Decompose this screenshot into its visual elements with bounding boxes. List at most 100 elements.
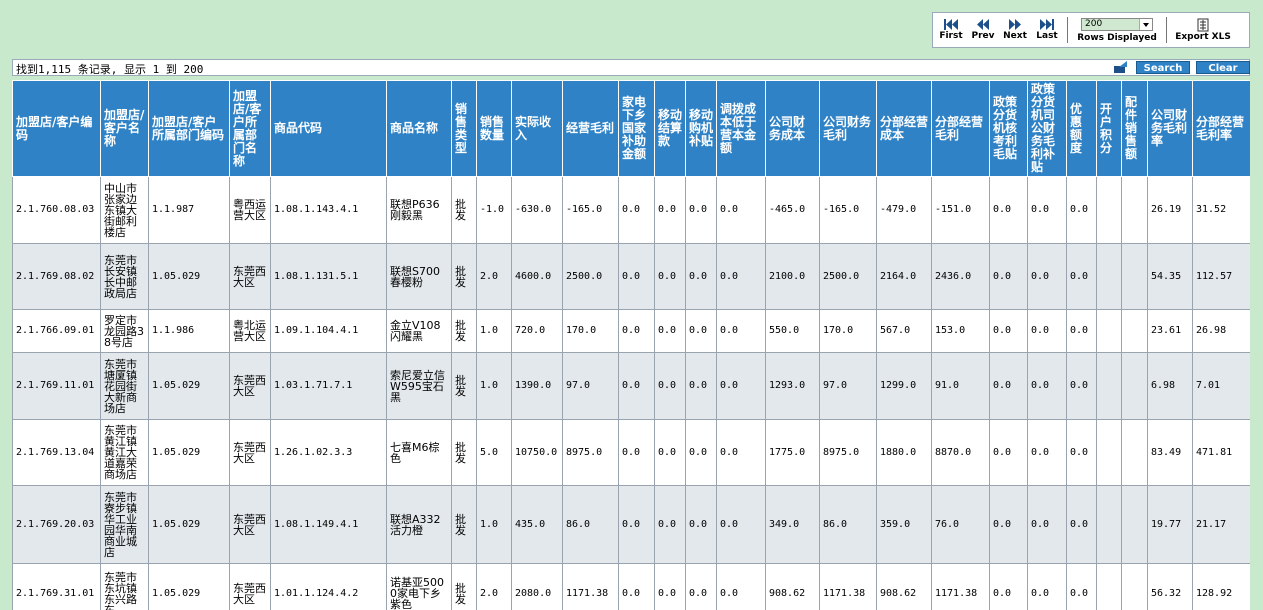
table-cell: 2.1.760.08.03 — [12, 176, 101, 244]
table-cell: 罗定市龙园路38号店 — [100, 309, 149, 353]
table-cell: 0.0 — [989, 419, 1028, 486]
table-cell: 批发 — [451, 243, 477, 310]
table-cell: 2500.0 — [562, 243, 619, 310]
spreadsheet-icon — [1197, 18, 1209, 32]
next-page-icon — [1009, 19, 1021, 30]
column-header[interactable]: 优惠额度 — [1066, 80, 1097, 177]
table-row[interactable]: 2.1.766.09.01 罗定市龙园路38号店 1.1.986 粤北运营大区 1.09… — [12, 309, 1250, 353]
table-cell: 435.0 — [511, 485, 563, 564]
table-cell: 567.0 — [876, 309, 932, 353]
table-row[interactable]: 2.1.769.20.03 东莞市寮步镇华工业园华南商业城店 1.05.029 东莞西… — [12, 485, 1250, 564]
table-cell: 8975.0 — [819, 419, 877, 486]
table-cell: 东莞市长安镇长中邮政局店 — [100, 243, 149, 310]
column-header[interactable]: 销售数量 — [476, 80, 512, 177]
table-cell: 金立V108闪耀黑 — [386, 309, 452, 353]
table-cell: 0.0 — [654, 352, 686, 420]
sales-table: 加盟店/客户编码 加盟店/客户名称 加盟店/客户所属部门编码 加盟店/客户所属部门名称… — [12, 80, 1250, 610]
column-header[interactable]: 实际收入 — [511, 80, 563, 177]
column-header[interactable]: 政策分货机司公财务毛利补贴 — [1027, 80, 1067, 177]
column-header[interactable]: 家电下乡国家补助金额 — [618, 80, 655, 177]
table-cell: 东莞西大区 — [229, 243, 271, 310]
table-cell: 31.52 — [1192, 176, 1250, 244]
table-row[interactable]: 2.1.769.08.02 东莞市长安镇长中邮政局店 1.05.029 东莞西大区 1.… — [12, 243, 1250, 310]
table-cell: 0.0 — [716, 243, 766, 310]
column-header[interactable]: 分部经营毛利率 — [1192, 80, 1250, 177]
clear-button[interactable]: Clear — [1196, 61, 1250, 74]
table-cell: 0.0 — [685, 485, 717, 564]
table-cell: 0.0 — [716, 563, 766, 610]
table-cell: 东莞西大区 — [229, 352, 271, 420]
column-header[interactable]: 商品代码 — [270, 80, 387, 177]
column-header[interactable]: 加盟店/客户所属部门名称 — [229, 80, 271, 177]
table-cell: 23.61 — [1147, 309, 1193, 353]
column-header[interactable]: 公司财务毛利 — [819, 80, 877, 177]
column-header[interactable]: 销售类型 — [451, 80, 477, 177]
table-row[interactable]: 2.1.769.11.01 东莞市塘厦镇花园街大新商场店 1.05.029 东莞西大区… — [12, 352, 1250, 420]
table-cell: 2.0 — [476, 563, 512, 610]
table-cell: 0.0 — [1027, 243, 1067, 310]
table-cell: 0.0 — [989, 563, 1028, 610]
table-cell: -151.0 — [931, 176, 990, 244]
table-cell: 1.03.1.71.7.1 — [270, 352, 387, 420]
search-button[interactable]: Search — [1136, 61, 1190, 74]
table-cell — [1096, 419, 1122, 486]
column-header[interactable]: 政策分货机核考利毛贴 — [989, 80, 1028, 177]
table-cell: 2.1.769.20.03 — [12, 485, 101, 564]
table-cell: 0.0 — [1066, 419, 1097, 486]
table-cell: 0.0 — [618, 243, 655, 310]
export-xls-button[interactable]: Export XLS — [1171, 18, 1235, 42]
table-cell: 83.49 — [1147, 419, 1193, 486]
table-cell: 0.0 — [685, 309, 717, 353]
last-page-button[interactable]: Last — [1031, 19, 1063, 41]
table-row[interactable]: 2.1.769.31.01 东莞市东坑镇东兴路东 1.05.029 东莞西大区 1.01… — [12, 563, 1250, 610]
table-cell: 中山市张家边东镇大街邮利楼店 — [100, 176, 149, 244]
column-header[interactable]: 商品名称 — [386, 80, 452, 177]
table-cell — [1096, 485, 1122, 564]
column-header[interactable]: 配件销售额 — [1121, 80, 1148, 177]
chevron-down-icon[interactable] — [1139, 18, 1152, 30]
table-row[interactable]: 2.1.769.13.04 东莞市黄江镇黄江大道嘉荣商场店 1.05.029 东莞西大… — [12, 419, 1250, 486]
table-cell: 6.98 — [1147, 352, 1193, 420]
table-cell: 908.62 — [765, 563, 820, 610]
table-cell: 0.0 — [654, 485, 686, 564]
rows-displayed-select[interactable]: 200 — [1081, 17, 1153, 31]
record-count-text: 找到1,115 条记录, 显示 1 到 200 — [16, 63, 204, 76]
table-cell: 26.19 — [1147, 176, 1193, 244]
table-cell: 联想A332活力橙 — [386, 485, 452, 564]
table-cell: 联想P636刚毅黑 — [386, 176, 452, 244]
table-cell: 0.0 — [1066, 243, 1097, 310]
filter-arrow-icon[interactable] — [1113, 61, 1129, 74]
table-cell: 2436.0 — [931, 243, 990, 310]
table-cell: 东莞市东坑镇东兴路东 — [100, 563, 149, 610]
table-cell: 1390.0 — [511, 352, 563, 420]
table-cell: 0.0 — [1066, 176, 1097, 244]
next-page-button[interactable]: Next — [999, 19, 1031, 41]
column-header[interactable]: 分部经营成本 — [876, 80, 932, 177]
column-header[interactable]: 加盟店/客户编码 — [12, 80, 101, 177]
table-cell: 0.0 — [654, 243, 686, 310]
table-cell: 4600.0 — [511, 243, 563, 310]
first-page-button[interactable]: First — [935, 19, 967, 41]
table-cell: 86.0 — [819, 485, 877, 564]
column-header[interactable]: 公司财务成本 — [765, 80, 820, 177]
table-cell: 东莞市寮步镇华工业园华南商业城店 — [100, 485, 149, 564]
column-header[interactable]: 移动购机补贴 — [685, 80, 717, 177]
column-header[interactable]: 调拨成本低于营本金额 — [716, 80, 766, 177]
column-header[interactable]: 公司财务毛利率 — [1147, 80, 1193, 177]
table-cell: 东莞西大区 — [229, 419, 271, 486]
table-cell: 七喜M6棕色 — [386, 419, 452, 486]
table-cell: 1.08.1.149.4.1 — [270, 485, 387, 564]
prev-page-button[interactable]: Prev — [967, 19, 999, 41]
column-header[interactable]: 移动结算款 — [654, 80, 686, 177]
table-cell: 0.0 — [618, 419, 655, 486]
column-header[interactable]: 开户积分 — [1096, 80, 1122, 177]
column-header[interactable]: 加盟店/客户名称 — [100, 80, 149, 177]
rows-displayed-control: 200 Rows Displayed — [1072, 17, 1162, 43]
table-cell: 东莞西大区 — [229, 563, 271, 610]
column-header[interactable]: 加盟店/客户所属部门编码 — [148, 80, 230, 177]
last-label: Last — [1036, 31, 1058, 41]
first-label: First — [939, 31, 963, 41]
column-header[interactable]: 分部经营毛利 — [931, 80, 990, 177]
table-row[interactable]: 2.1.760.08.03 中山市张家边东镇大街邮利楼店 1.1.987 粤西运营大区… — [12, 176, 1250, 244]
column-header[interactable]: 经营毛利 — [562, 80, 619, 177]
